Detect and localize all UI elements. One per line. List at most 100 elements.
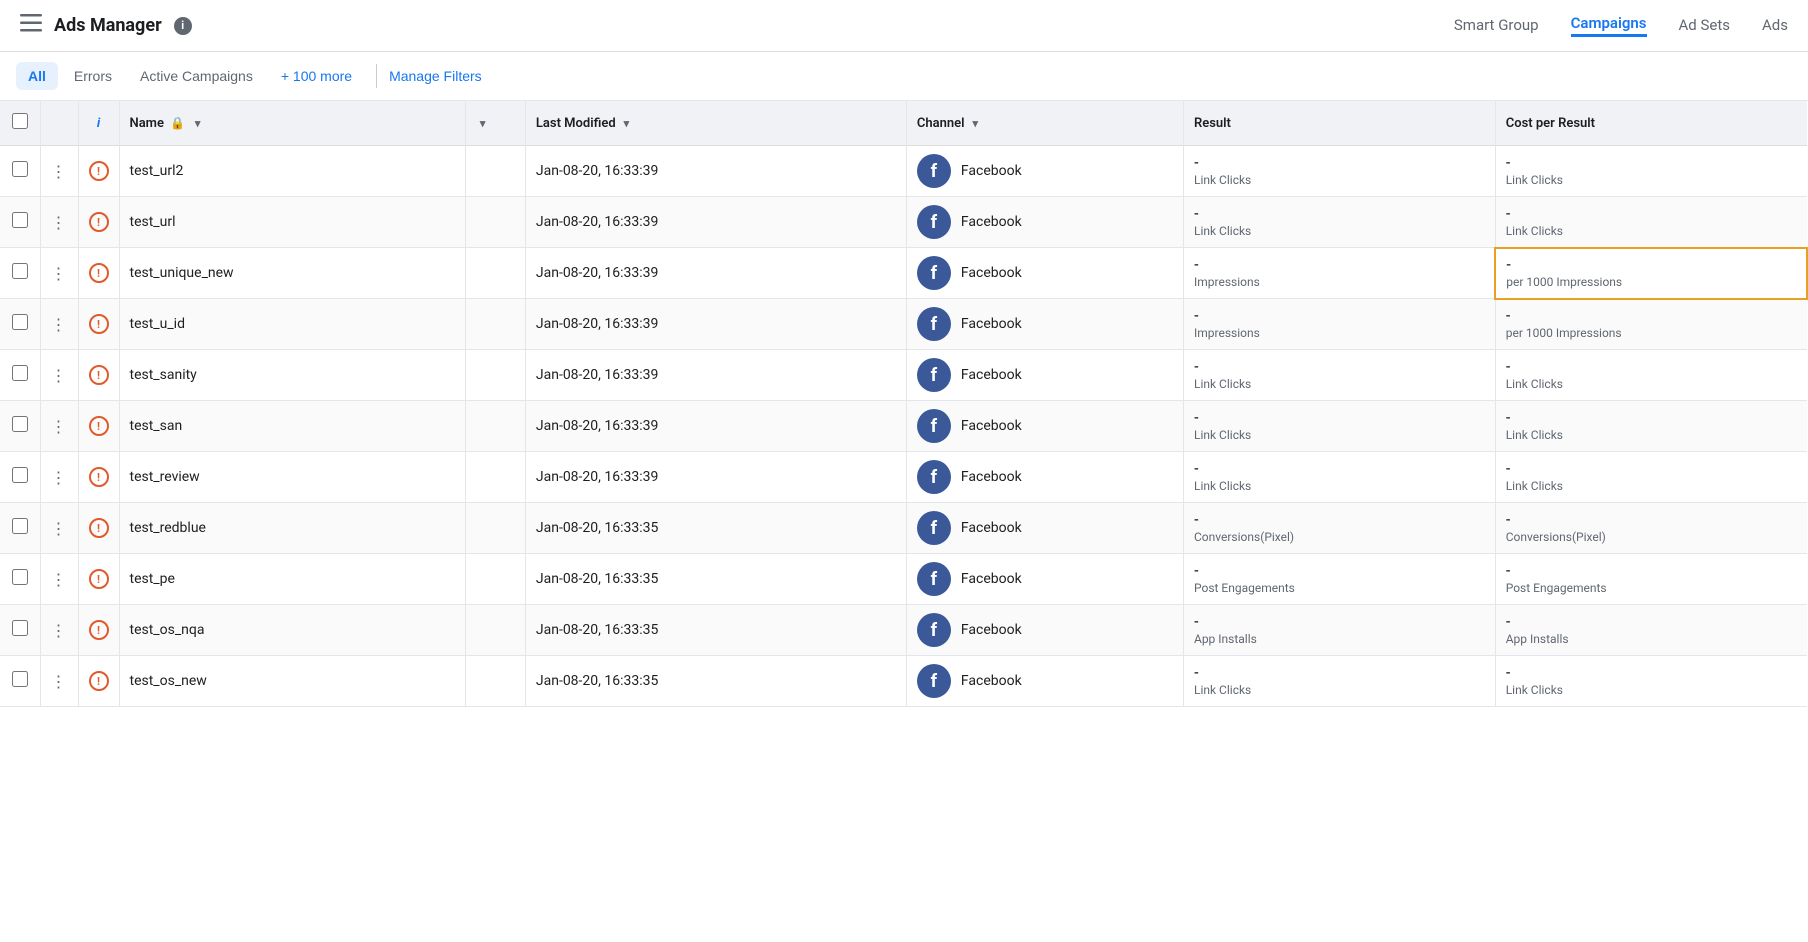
row-result-sub: Link Clicks (1194, 683, 1485, 697)
row-dots-menu[interactable]: ⋮ (51, 519, 68, 538)
row-col5-cell (465, 452, 525, 503)
modified-sort-arrow[interactable]: ▾ (624, 117, 630, 130)
row-checkbox[interactable] (12, 671, 28, 687)
th-last-modified-label: Last Modified (536, 116, 616, 131)
row-col5-cell (465, 197, 525, 248)
row-checkbox[interactable] (12, 518, 28, 534)
row-checkbox[interactable] (12, 416, 28, 432)
row-dots-menu[interactable]: ⋮ (51, 315, 68, 334)
row-result-sub: Impressions (1194, 326, 1485, 340)
facebook-icon: f (917, 358, 951, 392)
filter-errors-button[interactable]: Errors (62, 62, 124, 90)
row-name-cell: test_os_new (119, 656, 465, 707)
filter-active-campaigns-button[interactable]: Active Campaigns (128, 62, 265, 90)
row-cost-sub: Link Clicks (1506, 377, 1797, 391)
nav-smart-group[interactable]: Smart Group (1454, 16, 1539, 36)
row-info-icon[interactable]: ! (89, 671, 109, 691)
facebook-icon: f (917, 256, 951, 290)
menu-icon[interactable] (20, 14, 42, 37)
col5-sort-arrow[interactable]: ▾ (480, 117, 486, 130)
row-info-icon[interactable]: ! (89, 620, 109, 640)
row-info-icon[interactable]: ! (89, 467, 109, 487)
row-cost-sub: per 1000 Impressions (1506, 326, 1797, 340)
facebook-icon: f (917, 562, 951, 596)
row-checkbox-cell (0, 656, 40, 707)
row-channel-cell: f Facebook (906, 605, 1183, 656)
row-checkbox[interactable] (12, 263, 28, 279)
row-col5-cell (465, 605, 525, 656)
row-modified-cell: Jan-08-20, 16:33:39 (525, 452, 906, 503)
row-channel-cell: f Facebook (906, 503, 1183, 554)
nav-campaigns[interactable]: Campaigns (1571, 14, 1647, 37)
name-sort-arrow[interactable]: ▾ (195, 117, 201, 130)
row-info-icon[interactable]: ! (89, 518, 109, 538)
row-dots-menu[interactable]: ⋮ (51, 162, 68, 181)
row-modified: Jan-08-20, 16:33:39 (536, 367, 659, 383)
row-modified-cell: Jan-08-20, 16:33:35 (525, 503, 906, 554)
row-checkbox-cell (0, 503, 40, 554)
row-checkbox[interactable] (12, 212, 28, 228)
row-channel-cell: f Facebook (906, 197, 1183, 248)
row-dots-menu[interactable]: ⋮ (51, 366, 68, 385)
row-info-cell: ! (78, 350, 119, 401)
row-checkbox[interactable] (12, 161, 28, 177)
row-dots-menu[interactable]: ⋮ (51, 570, 68, 589)
th-cost-per-result: Cost per Result (1495, 101, 1807, 146)
row-dots-cell: ⋮ (40, 197, 78, 248)
row-info-icon[interactable]: ! (89, 263, 109, 283)
channel-sort-arrow[interactable]: ▾ (973, 117, 979, 130)
table-body: ⋮ ! test_url2 Jan-08-20, 16:33:39 f (0, 146, 1807, 707)
lock-icon: 🔒 (170, 116, 185, 130)
row-info-icon[interactable]: ! (89, 161, 109, 181)
row-checkbox[interactable] (12, 314, 28, 330)
row-info-cell: ! (78, 146, 119, 197)
row-cost-sub: Link Clicks (1506, 224, 1797, 238)
row-channel: Facebook (961, 367, 1022, 383)
row-checkbox[interactable] (12, 467, 28, 483)
row-checkbox[interactable] (12, 365, 28, 381)
row-cost-cell: - per 1000 Impressions (1495, 299, 1807, 350)
manage-filters-button[interactable]: Manage Filters (389, 68, 482, 84)
row-dots-menu[interactable]: ⋮ (51, 264, 68, 283)
th-cost-label: Cost per Result (1506, 116, 1595, 131)
row-checkbox[interactable] (12, 569, 28, 585)
row-cost-sub: Link Clicks (1506, 479, 1797, 493)
row-col5-cell (465, 503, 525, 554)
row-info-icon[interactable]: ! (89, 416, 109, 436)
row-dots-cell: ⋮ (40, 350, 78, 401)
row-info-icon[interactable]: ! (89, 212, 109, 232)
row-dots-menu[interactable]: ⋮ (51, 672, 68, 691)
filter-all-button[interactable]: All (16, 62, 58, 90)
row-checkbox-cell (0, 299, 40, 350)
row-cost-main: - (1506, 410, 1797, 426)
filter-more-button[interactable]: + 100 more (269, 62, 364, 90)
row-info-cell: ! (78, 197, 119, 248)
row-dots-menu[interactable]: ⋮ (51, 417, 68, 436)
row-result-cell: - Conversions(Pixel) (1183, 503, 1495, 554)
row-name: test_sanity (130, 367, 197, 383)
row-info-icon[interactable]: ! (89, 365, 109, 385)
nav-ad-sets[interactable]: Ad Sets (1679, 16, 1730, 36)
table-header: i Name 🔒 ▾ ▾ Last Modified ▾ (0, 101, 1807, 146)
select-all-checkbox[interactable] (12, 113, 28, 129)
row-channel: Facebook (961, 622, 1022, 638)
row-result-sub: Impressions (1194, 275, 1484, 289)
nav-ads[interactable]: Ads (1762, 16, 1788, 36)
info-badge[interactable]: i (174, 17, 192, 35)
row-dots-menu[interactable]: ⋮ (51, 621, 68, 640)
facebook-icon: f (917, 460, 951, 494)
row-checkbox[interactable] (12, 620, 28, 636)
row-result-main: - (1194, 206, 1485, 222)
row-result-cell: - App Installs (1183, 605, 1495, 656)
row-channel: Facebook (961, 520, 1022, 536)
row-name: test_url (130, 214, 176, 230)
row-dots-menu[interactable]: ⋮ (51, 213, 68, 232)
row-cost-cell: - App Installs (1495, 605, 1807, 656)
row-name-cell: test_pe (119, 554, 465, 605)
table-row: ⋮ ! test_redblue Jan-08-20, 16:33:35 f (0, 503, 1807, 554)
row-dots-menu[interactable]: ⋮ (51, 468, 68, 487)
row-info-icon[interactable]: ! (89, 569, 109, 589)
row-info-icon[interactable]: ! (89, 314, 109, 334)
row-result-cell: - Link Clicks (1183, 350, 1495, 401)
row-modified-cell: Jan-08-20, 16:33:39 (525, 350, 906, 401)
